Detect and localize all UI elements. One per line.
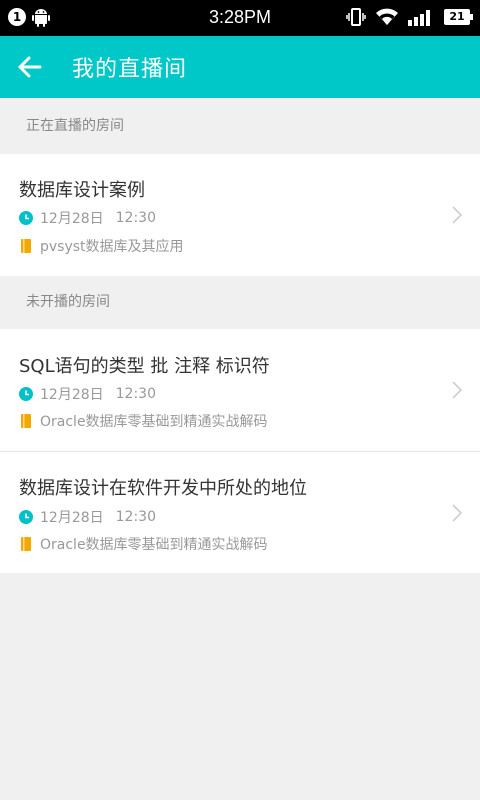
room-title: 数据库设计在软件开发中所处的地位 [19, 478, 307, 499]
room-course-name: Oracle数据库零基础到精通实战解码 [40, 537, 268, 553]
page-title: 我的直播间 [72, 57, 188, 82]
room-course-name: pvsyst数据库及其应用 [40, 239, 184, 255]
vibrate-icon [346, 8, 366, 26]
chevron-right-icon [452, 381, 462, 399]
section-header-upcoming: 未开播的房间 [0, 276, 480, 329]
arrow-left-icon [18, 56, 42, 78]
room-item-upcoming-1[interactable]: SQL语句的类型 批 注释 标识符 12月28日 12:30 Oracle数据库… [0, 329, 480, 451]
book-icon [21, 537, 31, 551]
chevron-right-icon [452, 206, 462, 224]
room-course-name: Oracle数据库零基础到精通实战解码 [40, 414, 268, 430]
room-schedule: 12月28日 12:30 [19, 384, 156, 404]
clock-icon [19, 510, 33, 524]
room-title: 数据库设计案例 [19, 180, 145, 201]
room-time: 12:30 [115, 386, 156, 402]
clock-icon [19, 387, 33, 401]
back-button[interactable] [0, 36, 60, 98]
room-title: SQL语句的类型 批 注释 标识符 [19, 356, 270, 377]
book-icon [21, 414, 31, 428]
room-date: 12月28日 [40, 387, 104, 403]
signal-icon [408, 10, 430, 26]
room-schedule: 12月28日 12:30 [19, 208, 156, 228]
room-course: Oracle数据库零基础到精通实战解码 [19, 534, 268, 554]
battery-icon: 21 [444, 9, 473, 25]
room-schedule: 12月28日 12:30 [19, 507, 156, 527]
room-course: Oracle数据库零基础到精通实战解码 [19, 411, 268, 431]
room-time: 12:30 [115, 509, 156, 525]
book-icon [21, 239, 31, 253]
room-time: 12:30 [115, 210, 156, 226]
room-course: pvsyst数据库及其应用 [19, 236, 184, 256]
chevron-right-icon [452, 503, 462, 522]
room-date: 12月28日 [40, 211, 104, 227]
clock-icon [19, 211, 33, 225]
wifi-icon [376, 8, 398, 25]
app-bar: 我的直播间 [0, 36, 480, 98]
room-item-upcoming-2[interactable]: 数据库设计在软件开发中所处的地位 12月28日 12:30 Oracle数据库零… [0, 452, 480, 573]
room-date: 12月28日 [40, 510, 104, 526]
status-bar: 1 3:28PM 21 [0, 0, 480, 36]
room-item-live-1[interactable]: 数据库设计案例 12月28日 12:30 pvsyst数据库及其应用 [0, 154, 480, 276]
section-header-live: 正在直播的房间 [0, 98, 480, 154]
